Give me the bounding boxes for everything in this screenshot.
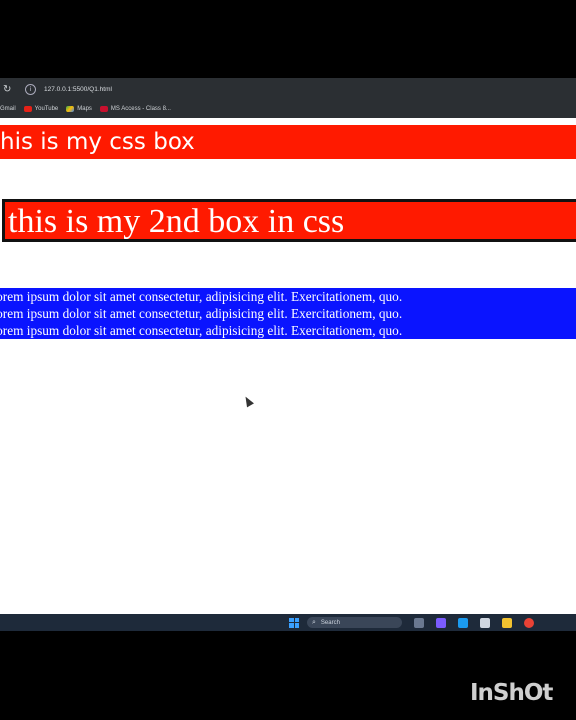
lorem-line: Lorem ipsum dolor sit amet consectetur, … xyxy=(0,289,403,304)
bookmark-ms-access[interactable]: MS Access - Class 8... xyxy=(99,106,171,112)
bookmarks-bar: Gmail YouTube Maps MS Access - Class 8..… xyxy=(0,100,576,119)
chrome-icon[interactable] xyxy=(524,617,534,628)
store-icon[interactable] xyxy=(480,617,490,628)
bookmark-label: MS Access - Class 8... xyxy=(110,106,171,112)
inshot-watermark: InShOt xyxy=(470,680,553,706)
css-box-2-text: this is my 2nd box in css xyxy=(8,203,345,240)
bookmark-gmail[interactable]: Gmail xyxy=(0,106,16,112)
maps-icon xyxy=(66,106,75,112)
address-bar: ↻ i 127.0.0.1:5500/Q1.html xyxy=(0,78,576,100)
page-content: this is my css box this is my 2nd box in… xyxy=(0,118,576,622)
windows-start-icon[interactable] xyxy=(289,617,299,628)
taskbar-search[interactable]: ⌕ Search xyxy=(307,617,402,628)
folder-icon[interactable] xyxy=(502,617,512,628)
edge-icon[interactable] xyxy=(458,617,468,628)
css-box-3: Lorem ipsum dolor sit amet consectetur, … xyxy=(0,288,576,339)
bookmark-maps[interactable]: Maps xyxy=(66,106,92,112)
css-box-1: this is my css box xyxy=(0,125,576,159)
bookmark-label: Gmail xyxy=(0,106,16,112)
url-field[interactable]: 127.0.0.1:5500/Q1.html xyxy=(44,86,112,93)
ms-access-icon xyxy=(99,106,108,112)
css-box-1-text: this is my css box xyxy=(0,129,195,155)
bookmark-label: Maps xyxy=(77,106,92,112)
copilot-icon[interactable] xyxy=(436,617,446,628)
youtube-icon xyxy=(23,106,32,112)
reload-icon[interactable]: ↻ xyxy=(3,84,13,95)
bookmark-label: YouTube xyxy=(34,106,59,112)
taskbar: ⌕ Search xyxy=(0,614,576,631)
lorem-line: Lorem ipsum dolor sit amet consectetur, … xyxy=(0,323,403,338)
browser-window: ↻ i 127.0.0.1:5500/Q1.html Gmail YouTube… xyxy=(0,78,576,622)
search-label: Search xyxy=(320,619,340,626)
file-explorer-icon[interactable] xyxy=(414,617,424,628)
site-info-icon[interactable]: i xyxy=(25,83,36,95)
search-icon: ⌕ xyxy=(312,618,316,626)
lorem-line: Lorem ipsum dolor sit amet consectetur, … xyxy=(0,306,403,321)
bookmark-youtube[interactable]: YouTube xyxy=(23,106,59,112)
css-box-2: this is my 2nd box in css xyxy=(2,199,576,242)
